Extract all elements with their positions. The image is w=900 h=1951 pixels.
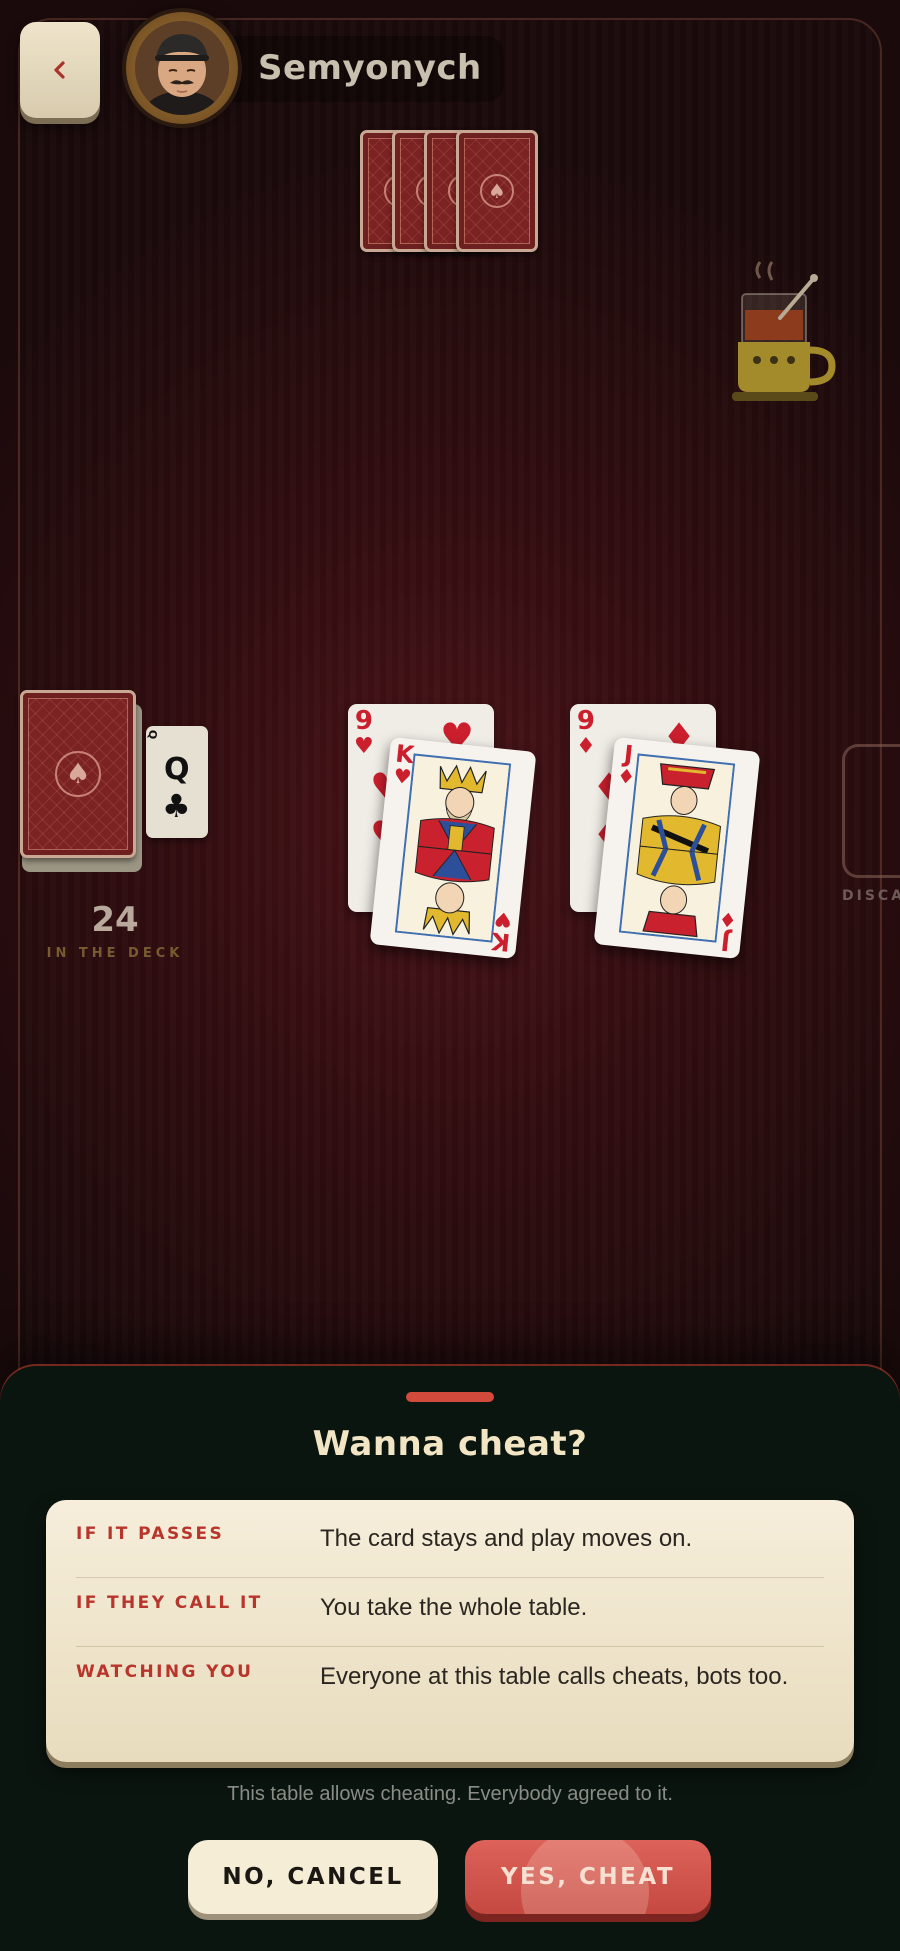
avatar-portrait xyxy=(135,21,229,115)
discard-pile xyxy=(842,744,900,878)
defense-card: K ♥ K ♥ xyxy=(369,736,537,960)
cancel-button-label: NO, CANCEL xyxy=(222,1864,404,1890)
opponent-hand: ♠ ♠ ♠ ♠ xyxy=(360,130,560,254)
sheet-drag-handle[interactable] xyxy=(406,1392,494,1402)
rule-value: You take the whole table. xyxy=(320,1594,588,1621)
diamond-icon: ♦ xyxy=(576,734,596,759)
confirm-cheat-button-label: YES, CHEAT xyxy=(500,1864,676,1890)
rule-key: WATCHING YOU xyxy=(76,1662,254,1682)
defense-card: J ♦ J ♦ xyxy=(593,736,761,960)
rule-row: WATCHING YOU Everyone at this table call… xyxy=(76,1662,824,1742)
rule-key: IF IT PASSES xyxy=(76,1524,225,1544)
opponent-name: Semyonych xyxy=(258,48,482,88)
confirm-cheat-button[interactable]: YES, CHEAT xyxy=(465,1840,711,1914)
jack-portrait xyxy=(618,753,736,943)
discard-label: DISCA xyxy=(842,888,900,904)
rule-value: The card stays and play moves on. xyxy=(320,1525,693,1552)
trump-rank: Q xyxy=(164,752,190,787)
diamond-icon: ♦ xyxy=(717,906,738,933)
deck-top-card: ♠ xyxy=(20,690,136,858)
spade-icon: ♠ xyxy=(480,174,514,208)
deck-count: 24 xyxy=(91,900,139,940)
rules-panel: IF IT PASSES The card stays and play mov… xyxy=(46,1500,854,1762)
deck-label: IN THE DECK xyxy=(46,946,184,961)
trump-corner-rank: Q xyxy=(146,729,160,740)
spade-icon: ♠ xyxy=(55,751,101,797)
rule-value: Everyone at this table calls cheats, bot… xyxy=(320,1663,789,1690)
club-icon: ♣ xyxy=(162,787,191,825)
opponent-card: ♠ xyxy=(456,130,538,252)
dialog-title: Wanna cheat? xyxy=(312,1424,588,1464)
tea-glass-icon xyxy=(732,261,836,401)
diamond-icon: ♦ xyxy=(616,763,637,790)
heart-icon: ♥ xyxy=(493,906,514,933)
rule-key: IF THEY CALL IT xyxy=(76,1593,263,1613)
card-rank: 9 xyxy=(576,706,595,736)
back-button[interactable] xyxy=(20,22,100,118)
dialog-note: This table allows cheating. Everybody ag… xyxy=(227,1783,673,1805)
card-rank: 9 xyxy=(354,706,373,736)
rule-row: IF IT PASSES The card stays and play mov… xyxy=(76,1524,824,1578)
heart-icon: ♥ xyxy=(354,734,374,759)
chevron-left-icon xyxy=(54,61,65,79)
trump-card: Q Q ♣ xyxy=(146,726,208,838)
rule-row: IF THEY CALL IT You take the whole table… xyxy=(76,1593,824,1647)
cancel-button[interactable]: NO, CANCEL xyxy=(188,1840,438,1914)
opponent-avatar[interactable] xyxy=(126,12,238,124)
